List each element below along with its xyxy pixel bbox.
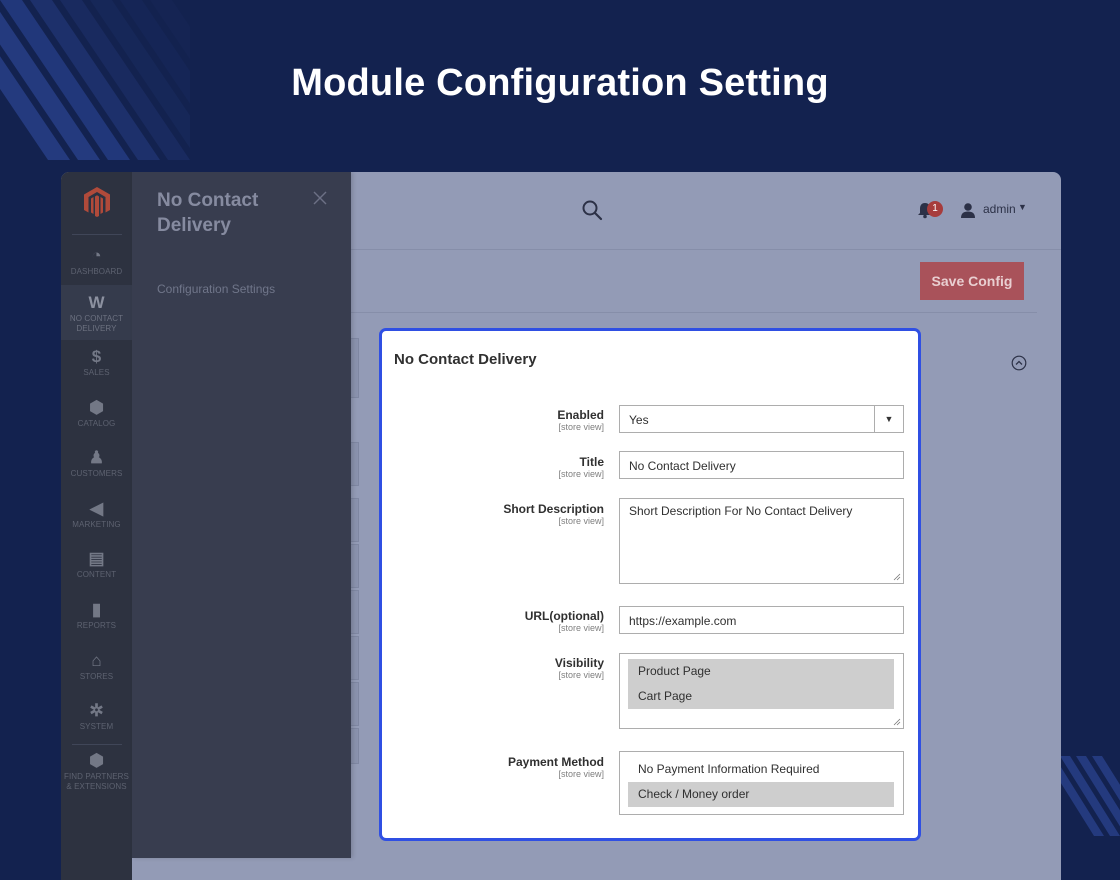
payment-option[interactable]: No Payment Information Required xyxy=(628,757,894,782)
store-icon: ⌂ xyxy=(91,651,102,670)
resize-handle-icon[interactable] xyxy=(893,573,901,581)
background-tab xyxy=(351,682,359,726)
visibility-multiselect[interactable]: Product Page Cart Page xyxy=(619,653,904,729)
background-tab xyxy=(351,498,359,542)
nav-item-customers[interactable]: ♟ CUSTOMERS xyxy=(61,449,132,479)
admin-topbar xyxy=(351,172,1061,250)
person-icon: ♟ xyxy=(88,448,105,467)
admin-user[interactable]: admin xyxy=(983,202,1016,216)
background-tab xyxy=(351,728,359,764)
short-description-textarea[interactable]: Short Description For No Contact Deliver… xyxy=(619,498,904,584)
nav-item-sales[interactable]: $ SALES xyxy=(61,348,132,378)
background-tab xyxy=(351,544,359,588)
chevron-down-icon[interactable]: ▼ xyxy=(1018,202,1027,212)
title-label: Title [store view] xyxy=(558,455,604,479)
nav-item-find-partners[interactable]: ⬢ FIND PARTNERS & EXTENSIONS xyxy=(61,752,132,792)
search-icon[interactable] xyxy=(581,199,603,221)
url-label: URL(optional) [store view] xyxy=(524,609,604,633)
collapse-icon[interactable] xyxy=(1011,355,1027,371)
background-tab xyxy=(351,442,359,486)
dollar-icon: $ xyxy=(91,347,102,366)
close-icon[interactable] xyxy=(312,190,328,206)
title-input[interactable]: No Contact Delivery xyxy=(619,451,904,479)
nav-divider xyxy=(72,234,122,235)
flyout-title: No Contact Delivery xyxy=(157,190,259,236)
payment-option[interactable]: Check / Money order xyxy=(628,782,894,807)
nav-item-system[interactable]: ✲ SYSTEM xyxy=(61,702,132,732)
megaphone-icon: ◀ xyxy=(89,499,104,518)
nav-item-reports[interactable]: ▮ REPORTS xyxy=(61,601,132,631)
nav-item-stores[interactable]: ⌂ STORES xyxy=(61,652,132,682)
notification-count[interactable]: 1 xyxy=(927,201,943,217)
decorative-stripes-bottom xyxy=(1060,756,1120,836)
payment-method-label: Payment Method [store view] xyxy=(507,755,604,779)
bar-chart-icon: ▮ xyxy=(91,600,102,619)
enabled-label: Enabled [store view] xyxy=(557,408,604,432)
resize-handle-icon[interactable] xyxy=(893,718,901,726)
config-section-card: No Contact Delivery Enabled [store view]… xyxy=(379,328,921,841)
nav-item-catalog[interactable]: ⬢ CATALOG xyxy=(61,399,132,429)
nav-item-content[interactable]: ▤ CONTENT xyxy=(61,550,132,580)
url-input[interactable]: https://example.com xyxy=(619,606,904,634)
nav-divider xyxy=(72,744,122,745)
configuration-settings-link[interactable]: Configuration Settings xyxy=(157,282,275,296)
enabled-select[interactable]: Yes ▼ xyxy=(619,405,904,433)
box-icon: ⬢ xyxy=(89,751,104,770)
w-logo-icon: W xyxy=(88,293,105,312)
config-section-title: No Contact Delivery xyxy=(394,351,537,368)
payment-method-multiselect[interactable]: No Payment Information Required Check / … xyxy=(619,751,904,815)
nav-flyout-panel: No Contact Delivery Configuration Settin… xyxy=(132,172,351,858)
user-icon[interactable] xyxy=(960,202,976,218)
visibility-option[interactable]: Cart Page xyxy=(628,684,894,709)
dashboard-icon: ◔ xyxy=(91,246,102,265)
background-tab xyxy=(351,338,359,398)
visibility-label: Visibility [store view] xyxy=(554,656,604,680)
short-description-label: Short Description [store view] xyxy=(503,502,604,526)
nav-item-dashboard[interactable]: ◔ DASHBOARD xyxy=(61,247,132,277)
nav-item-no-contact-delivery[interactable]: W NO CONTACT DELIVERY xyxy=(61,285,132,340)
background-tab xyxy=(351,590,359,634)
chevron-down-icon[interactable]: ▼ xyxy=(874,406,903,432)
visibility-option[interactable]: Product Page xyxy=(628,659,894,684)
nav-item-marketing[interactable]: ◀ MARKETING xyxy=(61,500,132,530)
save-config-button[interactable]: Save Config xyxy=(920,262,1024,300)
magento-logo-icon[interactable] xyxy=(83,186,111,218)
cube-icon: ⬢ xyxy=(89,398,104,417)
gear-icon: ✲ xyxy=(89,701,104,720)
admin-sidebar: ◔ DASHBOARD W NO CONTACT DELIVERY $ SALE… xyxy=(61,172,132,880)
hero-title: Module Configuration Setting xyxy=(291,62,829,104)
background-tab xyxy=(351,636,359,680)
layout-icon: ▤ xyxy=(88,549,105,568)
